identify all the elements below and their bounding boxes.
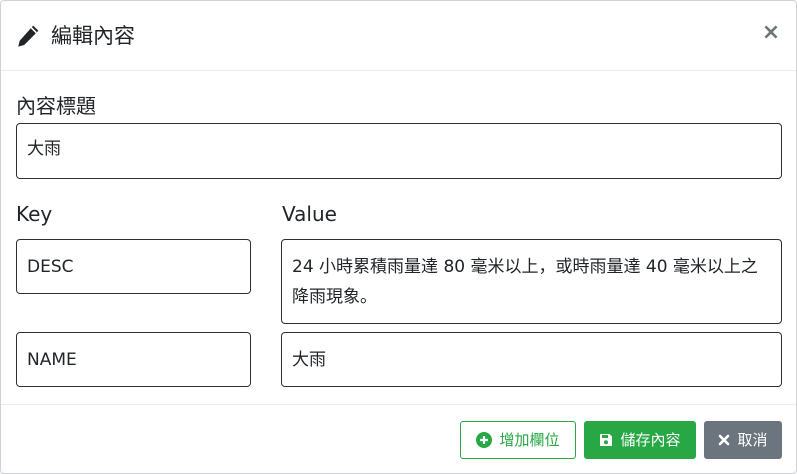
value-column-label: Value bbox=[282, 202, 337, 226]
content-title-input[interactable]: 大雨 bbox=[16, 123, 782, 179]
plus-circle-icon bbox=[476, 432, 493, 448]
key-input[interactable]: NAME bbox=[16, 332, 251, 387]
key-column-label: Key bbox=[16, 202, 53, 226]
cancel-button[interactable]: 取消 bbox=[704, 421, 782, 459]
save-content-label: 儲存內容 bbox=[620, 431, 681, 449]
key-input[interactable]: DESC bbox=[16, 239, 251, 294]
floppy-disk-icon bbox=[600, 434, 613, 446]
close-button[interactable]: × bbox=[760, 20, 782, 46]
modal-header: 編輯內容 × bbox=[1, 1, 796, 71]
value-input[interactable]: 大雨 bbox=[281, 332, 782, 387]
modal-title: 編輯內容 bbox=[51, 24, 135, 48]
edit-content-modal: 編輯內容 × 內容標題 大雨 Key Value DESC 24 小時累積雨量達… bbox=[0, 0, 797, 474]
x-icon bbox=[719, 434, 730, 446]
value-textarea[interactable]: 24 小時累積雨量達 80 毫米以上，或時雨量達 40 毫米以上之降雨現象。 bbox=[281, 239, 782, 324]
modal-footer: 增加欄位 儲存內容 取消 bbox=[1, 404, 796, 473]
add-field-button[interactable]: 增加欄位 bbox=[460, 421, 576, 459]
add-field-label: 增加欄位 bbox=[499, 431, 560, 449]
content-title-label: 內容標題 bbox=[16, 94, 96, 118]
save-content-button[interactable]: 儲存內容 bbox=[584, 421, 696, 459]
pencil-icon bbox=[15, 23, 41, 49]
cancel-label: 取消 bbox=[737, 431, 768, 449]
